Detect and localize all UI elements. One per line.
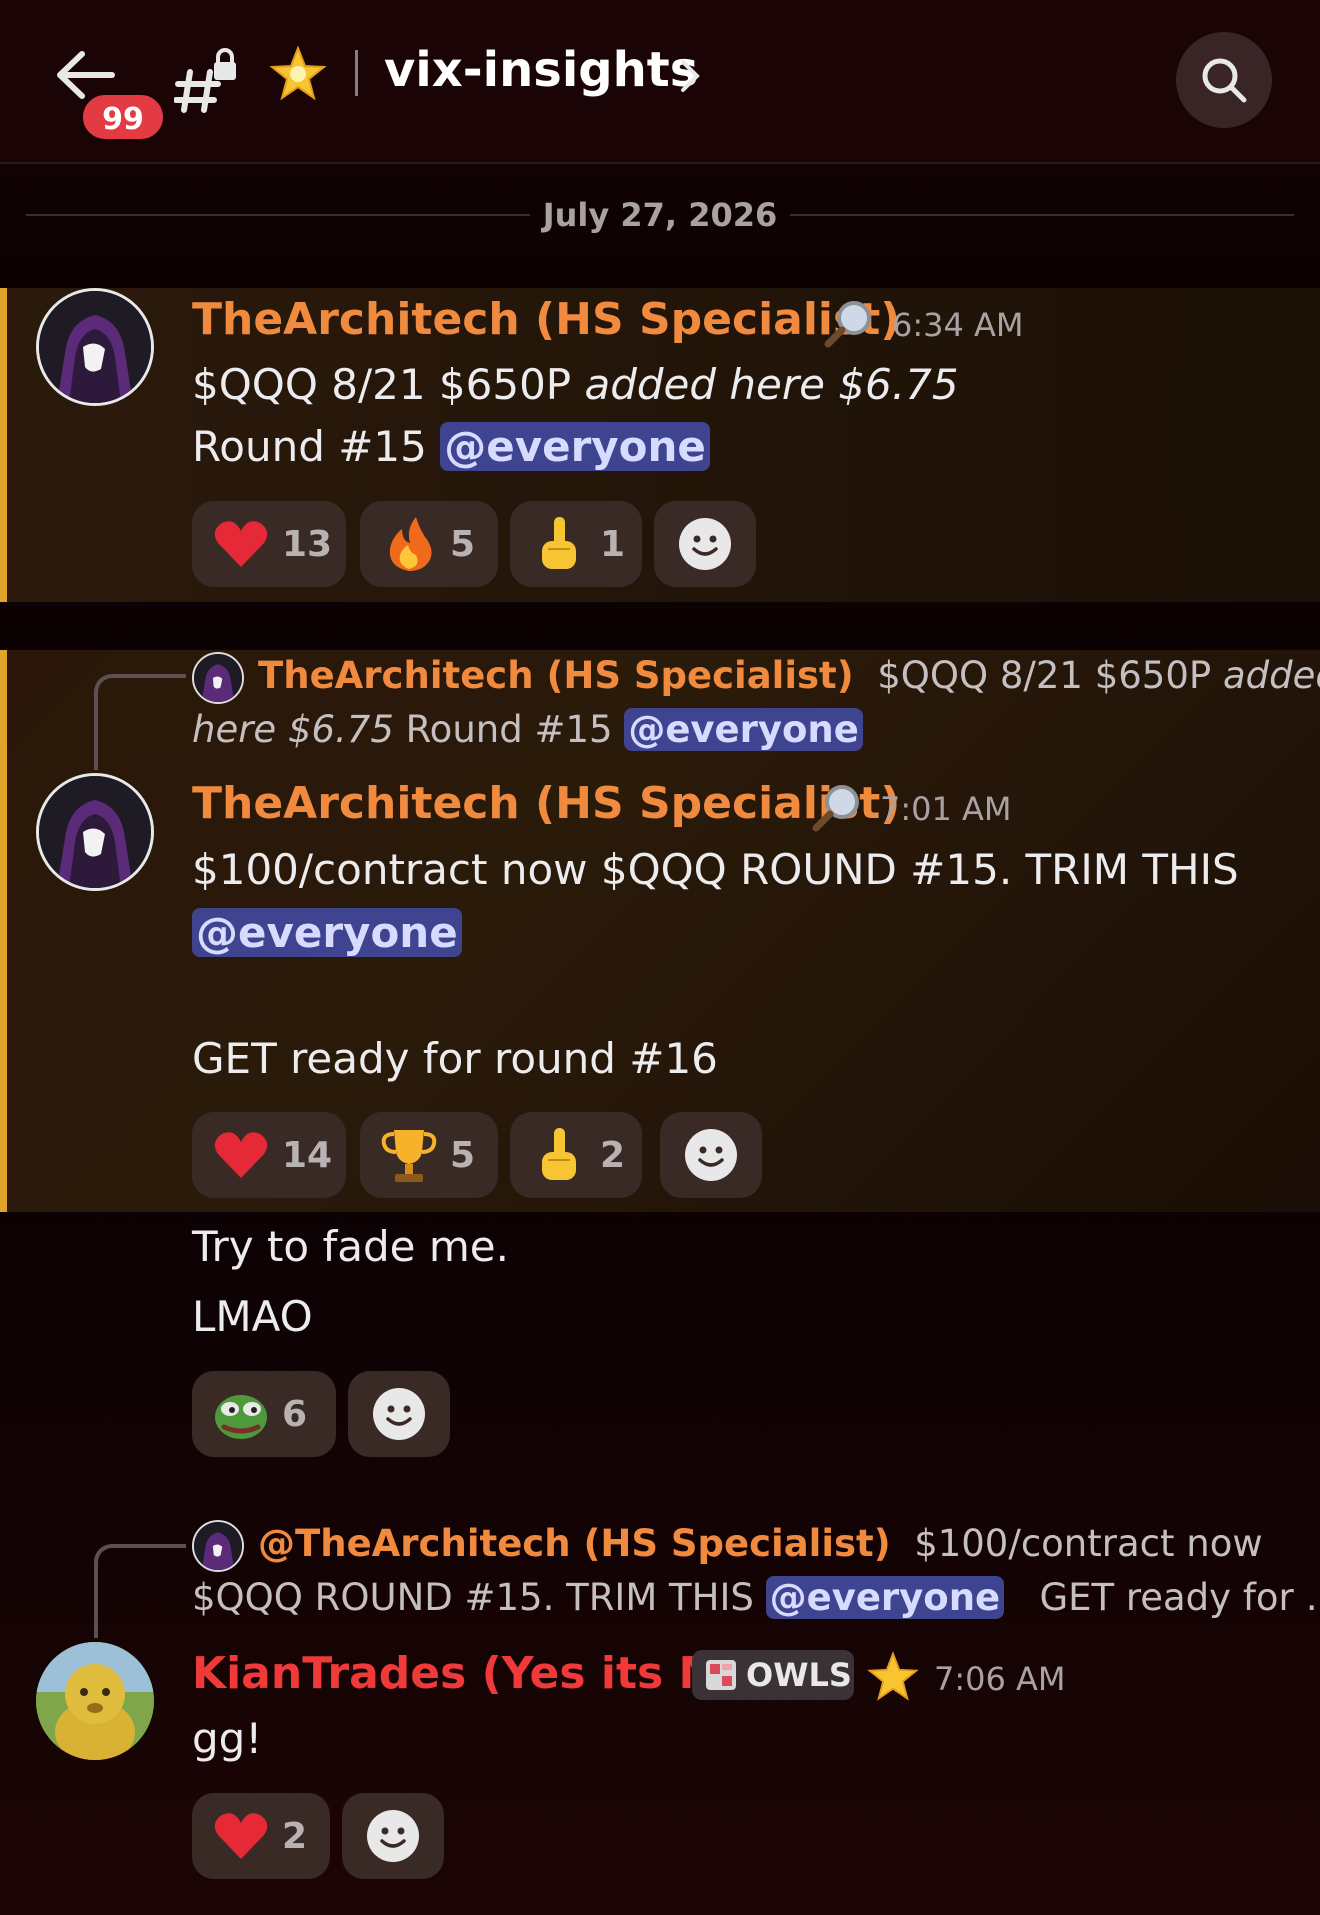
channel-name[interactable]: vix-insights: [384, 42, 698, 98]
username[interactable]: KianTrades (Yes its Me): [192, 1648, 772, 1699]
add-reaction-icon: [685, 1129, 737, 1181]
reaction-count: 5: [450, 523, 476, 565]
reply-text: Round #15: [393, 708, 625, 751]
reaction-count: 2: [600, 1134, 626, 1176]
reply-avatar: [192, 1520, 244, 1572]
reaction-heart[interactable]: 14: [192, 1112, 346, 1198]
magnifying-glass-icon: [824, 301, 871, 348]
add-reaction-icon: [367, 1810, 419, 1862]
heart-icon: [214, 1132, 268, 1178]
point-up-icon: [542, 517, 576, 569]
reaction-count: 1: [600, 523, 626, 565]
reaction-count: 13: [282, 523, 333, 565]
reaction-fire[interactable]: 5: [360, 501, 498, 587]
message-text: LMAO: [192, 1292, 313, 1341]
everyone-mention: @everyone: [765, 1576, 1005, 1619]
fire-icon: [389, 517, 432, 571]
reply-preview[interactable]: TheArchitech (HS Specialist) $QQQ 8/21 $…: [258, 654, 1320, 697]
reaction-point-up[interactable]: 1: [510, 501, 642, 587]
message-text: $QQQ 8/21 $650P added here $6.75: [192, 360, 959, 409]
reply-connector: [94, 1544, 186, 1638]
message-text: Round #15 @everyone: [192, 422, 710, 471]
trophy-icon: [381, 1130, 437, 1182]
message-text: Try to fade me.: [192, 1222, 509, 1271]
point-up-icon: [542, 1128, 576, 1180]
reply-text: $QQQ 8/21 $650P: [877, 654, 1223, 697]
timestamp: 7:06 AM: [934, 1660, 1066, 1698]
avatar[interactable]: [36, 288, 154, 406]
username[interactable]: TheArchitech (HS Specialist): [192, 294, 900, 345]
add-reaction-icon: [373, 1388, 425, 1440]
heart-icon: [214, 1813, 268, 1859]
heart-icon: [214, 521, 268, 567]
reaction-count: 14: [282, 1134, 333, 1176]
server-tag-label: OWLS: [746, 1656, 852, 1694]
search-icon: [1202, 58, 1247, 103]
add-reaction-button[interactable]: [348, 1371, 450, 1457]
reply-text: GET ready for …: [1039, 1576, 1320, 1619]
reply-preview[interactable]: @TheArchitech (HS Specialist) $100/contr…: [258, 1522, 1263, 1565]
unread-badge: 99: [80, 92, 166, 142]
reply-connector: [94, 674, 186, 770]
magnifying-glass-icon: [812, 785, 859, 832]
everyone-mention[interactable]: @everyone: [440, 422, 710, 471]
reaction-heart[interactable]: 2: [192, 1793, 330, 1879]
reaction-pepe[interactable]: 6: [192, 1371, 336, 1457]
reply-text-italic: here $6.75: [192, 708, 394, 751]
reaction-count: 2: [282, 1815, 308, 1857]
message-text: gg!: [192, 1714, 263, 1763]
add-reaction-icon: [679, 518, 731, 570]
avatar[interactable]: [36, 1642, 154, 1760]
reaction-heart[interactable]: 13: [192, 501, 346, 587]
timestamp: 7:01 AM: [880, 790, 1012, 828]
timestamp: 6:34 AM: [892, 306, 1024, 344]
reply-avatar: [192, 652, 244, 704]
add-reaction-button[interactable]: [654, 501, 756, 587]
server-tag[interactable]: OWLS: [692, 1650, 854, 1700]
reply-text: $100/contract now: [914, 1522, 1263, 1565]
header-separator: [355, 50, 358, 96]
reaction-point-up[interactable]: 2: [510, 1112, 642, 1198]
star-icon: [867, 1651, 919, 1701]
reaction-count: 5: [450, 1134, 476, 1176]
reply-preview-cont[interactable]: here $6.75 Round #15 @everyone: [192, 708, 863, 751]
reply-author: @TheArchitech (HS Specialist): [258, 1522, 891, 1565]
username[interactable]: TheArchitech (HS Specialist): [192, 778, 900, 829]
date-divider: July 27, 2026: [542, 196, 778, 234]
search-button[interactable]: [1176, 32, 1272, 128]
reaction-count: 6: [282, 1393, 308, 1435]
add-reaction-button[interactable]: [342, 1793, 444, 1879]
reaction-trophy[interactable]: 5: [360, 1112, 498, 1198]
message-text-italic: added here $6.75: [584, 360, 959, 409]
owls-tag-icon: [706, 1660, 736, 1690]
reply-preview-cont[interactable]: $QQQ ROUND #15. TRIM THIS @everyone GET …: [192, 1576, 1320, 1619]
message-text: @everyone: [192, 908, 462, 957]
everyone-mention[interactable]: @everyone: [192, 908, 462, 957]
avatar[interactable]: [36, 773, 154, 891]
glowing-star-icon: [269, 45, 327, 101]
private-channel-icon: [174, 48, 236, 113]
message-text-plain: Round #15: [192, 422, 441, 471]
message-text: $100/contract now $QQQ ROUND #15. TRIM T…: [192, 845, 1239, 894]
pepe-icon: [215, 1395, 267, 1439]
reply-author: TheArchitech (HS Specialist): [258, 654, 854, 697]
reply-text: $QQQ ROUND #15. TRIM THIS: [192, 1576, 766, 1619]
message-text: GET ready for round #16: [192, 1034, 718, 1083]
chevron-right-icon[interactable]: [678, 58, 702, 94]
reply-text-italic: added: [1222, 654, 1320, 697]
everyone-mention: @everyone: [624, 708, 863, 751]
add-reaction-button[interactable]: [660, 1112, 762, 1198]
message-text-plain: $QQQ 8/21 $650P: [192, 360, 585, 409]
